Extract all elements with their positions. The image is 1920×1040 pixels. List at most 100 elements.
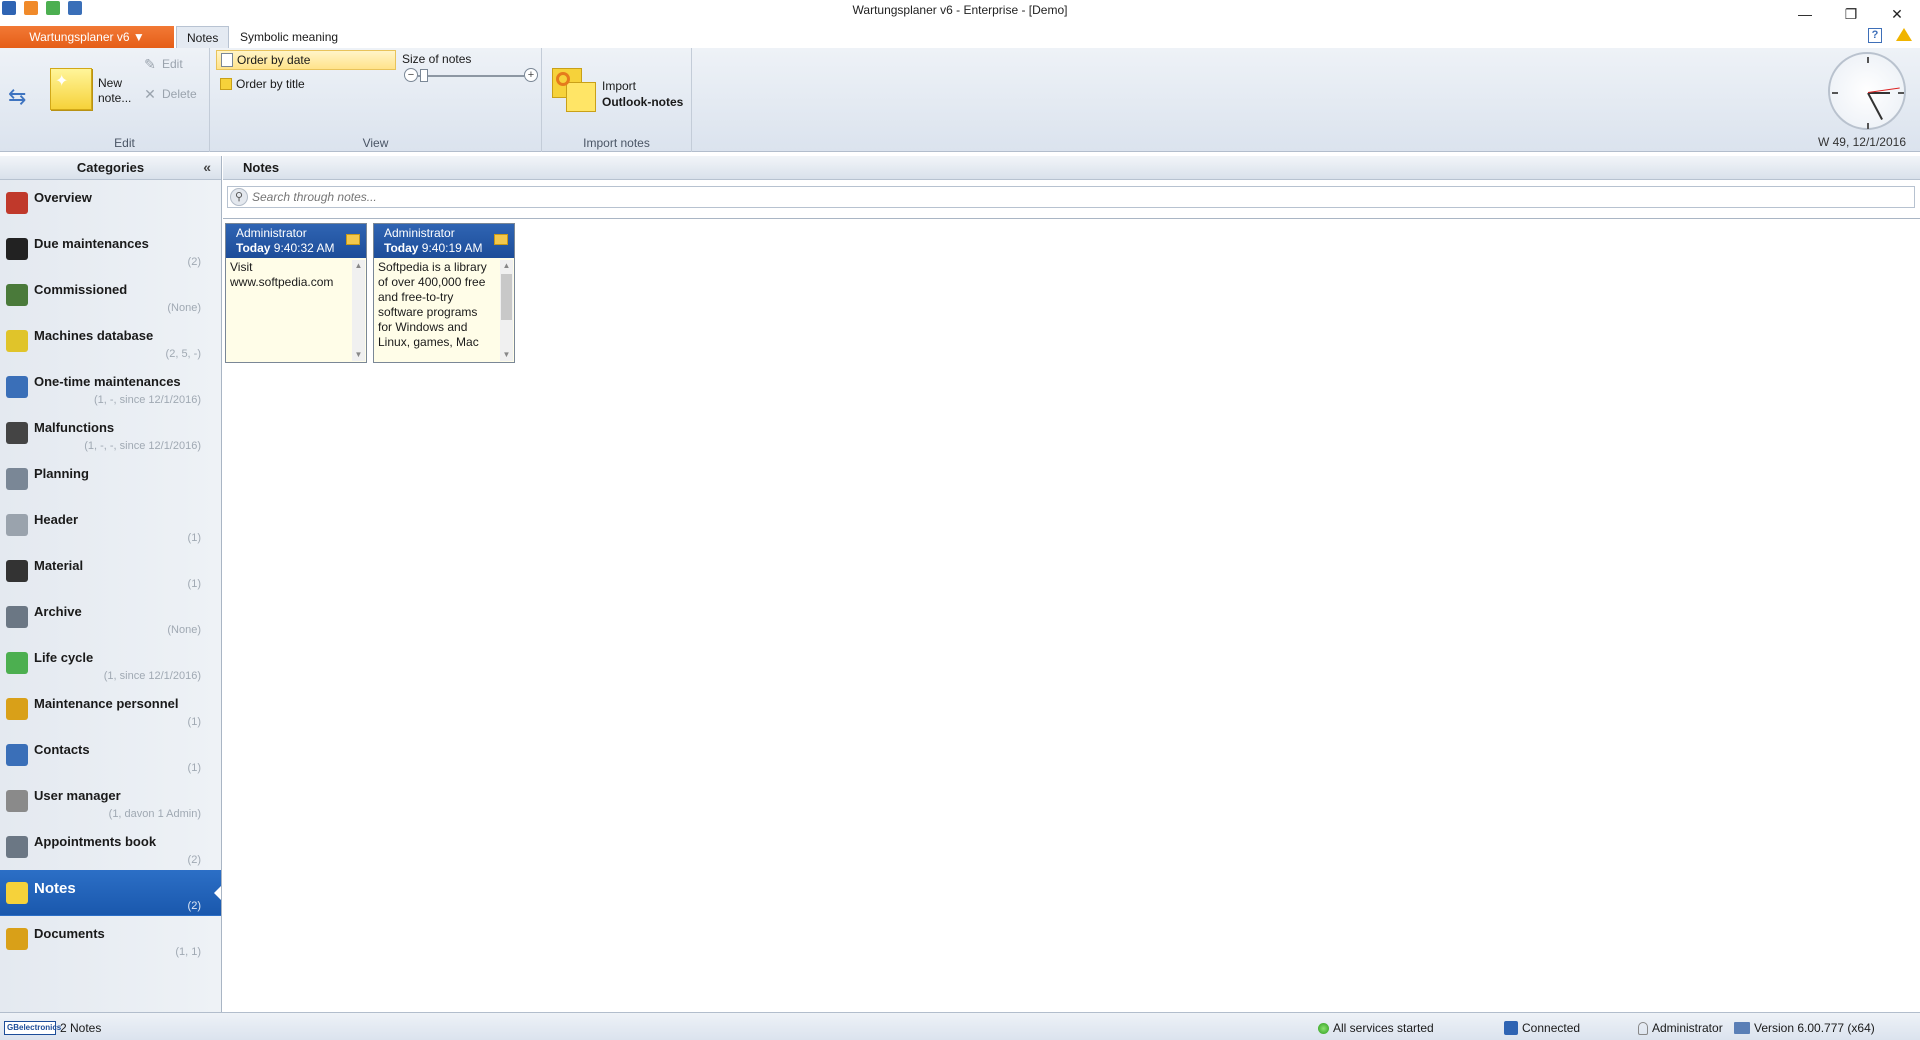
services-status-icon (1318, 1022, 1329, 1034)
scroll-up-icon[interactable]: ▲ (352, 260, 365, 272)
zoom-out-icon[interactable]: − (404, 68, 418, 82)
order-by-title-label: Order by title (236, 77, 305, 91)
outlook-import-icon[interactable] (552, 68, 596, 112)
new-note-label: New note... (98, 76, 132, 105)
app-menu-button[interactable]: Wartungsplaner v6 ▼ (0, 26, 174, 48)
connection-icon (1504, 1021, 1518, 1035)
sidebar-item-machines-database[interactable]: Machines database (2, 5, -) (0, 318, 221, 364)
sidebar-item-overview[interactable]: Overview (0, 180, 221, 226)
user-icon (1638, 1021, 1648, 1035)
scroll-thumb[interactable] (501, 274, 512, 320)
sidebar-item-archive[interactable]: Archive (None) (0, 594, 221, 640)
folder-icon[interactable] (346, 234, 360, 245)
search-icon[interactable]: ⚲ (230, 188, 248, 206)
folder-icon[interactable] (494, 234, 508, 245)
sidebar-item-count: (None) (167, 302, 201, 314)
contacts-icon (6, 744, 28, 766)
notes-area: Administrator Today 9:40:32 AM Visit www.s… (223, 218, 1920, 1012)
clock-date: W 49, 12/1/2016 (1817, 135, 1906, 149)
scroll-down-icon[interactable]: ▼ (500, 349, 513, 361)
back-arrow-icon[interactable]: ⇆ (8, 84, 26, 110)
import-label-line1: Import (602, 79, 637, 93)
tab-symbolic-meaning[interactable]: Symbolic meaning (230, 26, 348, 48)
sidebar-item-label: Header (34, 512, 79, 527)
view-group-label: View (362, 136, 389, 150)
category-list: Overview Due maintenances (2) Commissioned (… (0, 180, 221, 962)
note-size-slider[interactable]: − + (404, 68, 538, 84)
sidebar-item-label: Maintenance personnel (34, 696, 179, 711)
note-card[interactable]: Administrator Today 9:40:32 AM Visit www.s… (225, 223, 367, 363)
sidebar-item-planning[interactable]: Planning (0, 456, 221, 502)
delete-button[interactable]: ✕ Delete (142, 86, 197, 102)
note-text[interactable]: Softpedia is a library of over 400,000 f… (376, 260, 498, 360)
sidebar-item-count: (1, davon 1 Admin) (108, 808, 201, 820)
order-by-date-button[interactable]: Order by date (216, 50, 396, 70)
panel-title: Notes (223, 156, 1920, 180)
new-note-button[interactable]: New note... (98, 76, 131, 106)
edit-label: Edit (162, 57, 183, 71)
import-outlook-notes-button[interactable]: Import Outlook-notes (602, 78, 683, 110)
sidebar-item-label: Machines database (34, 328, 154, 343)
due-maintenances-icon (6, 238, 28, 260)
sidebar-item-notes[interactable]: Notes (2) (0, 870, 221, 916)
clock-icon (1828, 52, 1906, 130)
warning-icon[interactable] (1896, 28, 1912, 41)
import-group-label: Import notes (583, 136, 650, 150)
version-icon (1734, 1022, 1750, 1034)
help-icon[interactable]: ? (1868, 28, 1882, 43)
sidebar-item-life-cycle[interactable]: Life cycle (1, since 12/1/2016) (0, 640, 221, 686)
sidebar-item-label: User manager (34, 788, 121, 803)
search-input[interactable] (252, 188, 1910, 206)
sidebar-item-user-manager[interactable]: User manager (1, davon 1 Admin) (0, 778, 221, 824)
order-by-title-button[interactable]: Order by title (216, 74, 396, 94)
life-cycle-icon (6, 652, 28, 674)
note-scrollbar[interactable]: ▲ ▼ (500, 260, 513, 361)
sidebar-item-commissioned[interactable]: Commissioned (None) (0, 272, 221, 318)
sidebar-item-count: (1, -, -, since 12/1/2016) (84, 440, 201, 452)
note-header: Administrator Today 9:40:19 AM (374, 224, 514, 258)
sidebar-item-material[interactable]: Material (1) (0, 548, 221, 594)
header-icon (6, 514, 28, 536)
ribbon: ⇆ ✦ New note... ✎ Edit ✕ Delete Edit Ord… (0, 48, 1920, 152)
slider-thumb[interactable] (420, 69, 428, 82)
sidebar-item-count: (1) (187, 762, 201, 774)
user-label: Administrator (1652, 1021, 1723, 1035)
window-title: Wartungsplaner v6 - Enterprise - [Demo] (852, 3, 1068, 17)
sidebar-item-one-time-maintenances[interactable]: One-time maintenances (1, -, since 12/1/2… (0, 364, 221, 410)
categories-sidebar: Categories « Overview Due maintenances (2)… (0, 156, 222, 1012)
note-author: Administrator (236, 226, 307, 240)
status-connection: Connected (1504, 1021, 1580, 1035)
documents-icon (6, 928, 28, 950)
new-note-icon[interactable]: ✦ (50, 68, 92, 110)
sidebar-item-maintenance-personnel[interactable]: Maintenance personnel (1) (0, 686, 221, 732)
sidebar-item-count: (2) (187, 854, 201, 866)
note-timestamp: Today 9:40:32 AM (236, 241, 356, 256)
note-text[interactable]: Visit www.softpedia.com (228, 260, 350, 360)
zoom-in-icon[interactable]: + (524, 68, 538, 82)
status-version: Version 6.00.777 (x64) (1734, 1021, 1875, 1035)
sidebar-item-label: Planning (34, 466, 89, 481)
status-notes: GBelectronics 2 Notes (4, 1021, 101, 1035)
collapse-icon[interactable]: « (203, 159, 211, 175)
sidebar-item-documents[interactable]: Documents (1, 1) (0, 916, 221, 962)
title-bar: Wartungsplaner v6 - Enterprise - [Demo] … (0, 0, 1920, 22)
sidebar-item-count: (1, since 12/1/2016) (103, 670, 201, 682)
services-label: All services started (1333, 1021, 1434, 1035)
edit-icon: ✎ (144, 56, 156, 72)
scroll-up-icon[interactable]: ▲ (500, 260, 513, 272)
import-group: Import Outlook-notes Import notes (542, 48, 692, 152)
scroll-down-icon[interactable]: ▼ (352, 349, 365, 361)
note-day: Today (384, 241, 419, 255)
sidebar-item-contacts[interactable]: Contacts (1) (0, 732, 221, 778)
sidebar-item-malfunctions[interactable]: Malfunctions (1, -, -, since 12/1/2016) (0, 410, 221, 456)
sidebar-item-appointments-book[interactable]: Appointments book (2) (0, 824, 221, 870)
note-scrollbar[interactable]: ▲ ▼ (352, 260, 365, 361)
sidebar-title: Categories (76, 160, 145, 175)
note-card[interactable]: Administrator Today 9:40:19 AM Softpedia i… (373, 223, 515, 363)
sidebar-item-header[interactable]: Header (1) (0, 502, 221, 548)
sidebar-item-count: (1, 1) (175, 946, 201, 958)
tab-notes[interactable]: Notes (176, 26, 230, 48)
sidebar-item-due-maintenances[interactable]: Due maintenances (2) (0, 226, 221, 272)
note-header: Administrator Today 9:40:32 AM (226, 224, 366, 258)
edit-button[interactable]: ✎ Edit (142, 56, 183, 72)
